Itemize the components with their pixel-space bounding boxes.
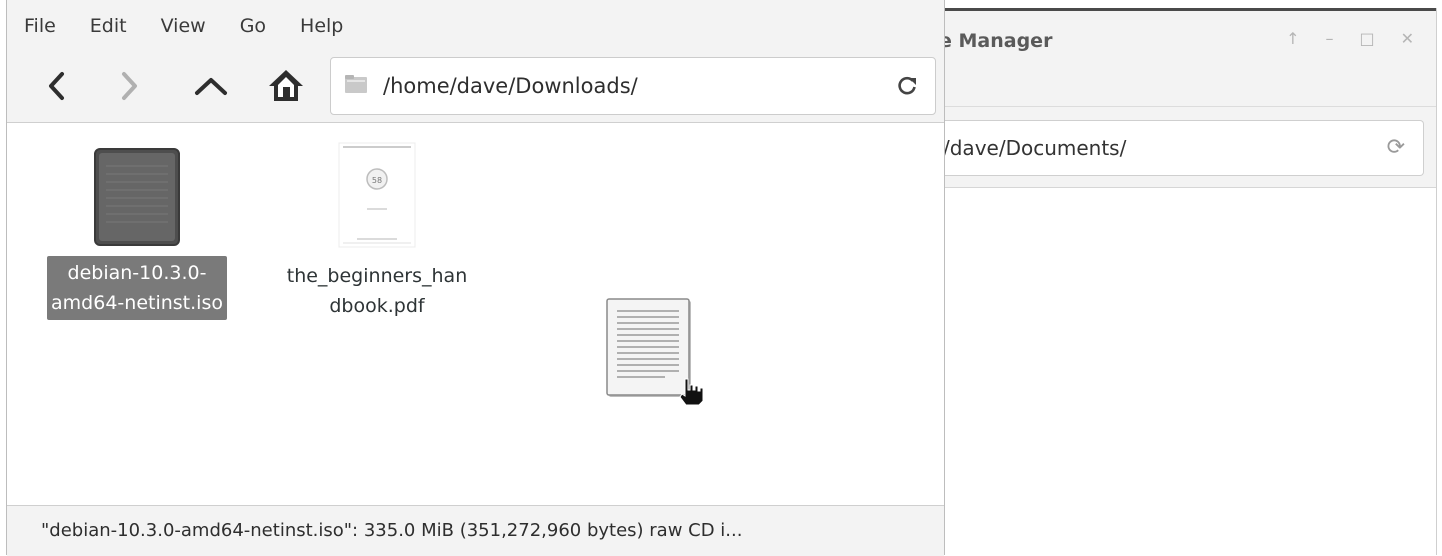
folder-icon xyxy=(345,75,367,93)
chevron-right-icon xyxy=(122,72,137,100)
file-item-pdf[interactable]: 58 the_beginners_han dbook.pdf xyxy=(267,141,487,323)
disc-image-file-icon xyxy=(94,148,180,246)
close-icon[interactable]: ✕ xyxy=(1401,29,1414,48)
file-view[interactable]: debian-10.3.0- amd64-netinst.iso 58 the_… xyxy=(7,123,944,505)
background-location-bar[interactable]: /dave/Documents/ ⟳ xyxy=(939,120,1424,176)
svg-text:58: 58 xyxy=(372,176,382,185)
file-manager-window[interactable]: File Edit View Go Help /home/dave/Downlo… xyxy=(6,0,945,556)
file-label-iso: debian-10.3.0- amd64-netinst.iso xyxy=(47,256,227,320)
statusbar: "debian-10.3.0-amd64-netinst.iso": 335.0… xyxy=(7,505,944,556)
location-path: /home/dave/Downloads/ xyxy=(383,74,638,98)
hand-cursor-icon xyxy=(679,378,704,406)
background-toolbar: /dave/Documents/ ⟳ xyxy=(939,107,1436,188)
file-label-pdf: the_beginners_han dbook.pdf xyxy=(286,265,468,317)
background-window-title: e Manager xyxy=(939,30,1053,52)
menu-edit[interactable]: Edit xyxy=(73,15,144,37)
home-button[interactable] xyxy=(264,64,308,108)
forward-button[interactable] xyxy=(107,64,151,108)
background-titlebar[interactable]: e Manager ↑ – □ ✕ xyxy=(939,8,1436,69)
background-menubar xyxy=(939,66,1436,107)
reload-button[interactable] xyxy=(893,72,921,100)
background-file-manager-window[interactable]: e Manager ↑ – □ ✕ /dave/Documents/ ⟳ xyxy=(938,8,1437,555)
menu-help[interactable]: Help xyxy=(283,15,360,37)
reload-icon xyxy=(898,76,916,95)
menu-view[interactable]: View xyxy=(144,15,223,37)
home-icon xyxy=(269,70,303,101)
location-bar[interactable]: /home/dave/Downloads/ xyxy=(330,57,936,115)
chevron-up-icon xyxy=(195,78,227,95)
toolbar: /home/dave/Downloads/ xyxy=(7,52,944,123)
window-controls: ↑ – □ ✕ xyxy=(1286,29,1414,48)
reload-icon[interactable]: ⟳ xyxy=(1387,121,1405,175)
file-item-iso[interactable]: debian-10.3.0- amd64-netinst.iso xyxy=(27,143,247,320)
menubar: File Edit View Go Help xyxy=(7,0,944,52)
minimize-icon[interactable]: – xyxy=(1325,29,1333,48)
pdf-thumbnail-icon: 58 xyxy=(338,142,416,248)
back-button[interactable] xyxy=(35,64,79,108)
status-text: "debian-10.3.0-amd64-netinst.iso": 335.0… xyxy=(41,520,743,541)
keep-above-icon[interactable]: ↑ xyxy=(1286,29,1299,48)
menu-file[interactable]: File xyxy=(7,15,73,37)
up-button[interactable] xyxy=(189,64,233,108)
chevron-left-icon xyxy=(49,72,64,100)
maximize-icon[interactable]: □ xyxy=(1359,29,1374,48)
menu-go[interactable]: Go xyxy=(223,15,283,37)
background-path-text: /dave/Documents/ xyxy=(943,136,1127,160)
